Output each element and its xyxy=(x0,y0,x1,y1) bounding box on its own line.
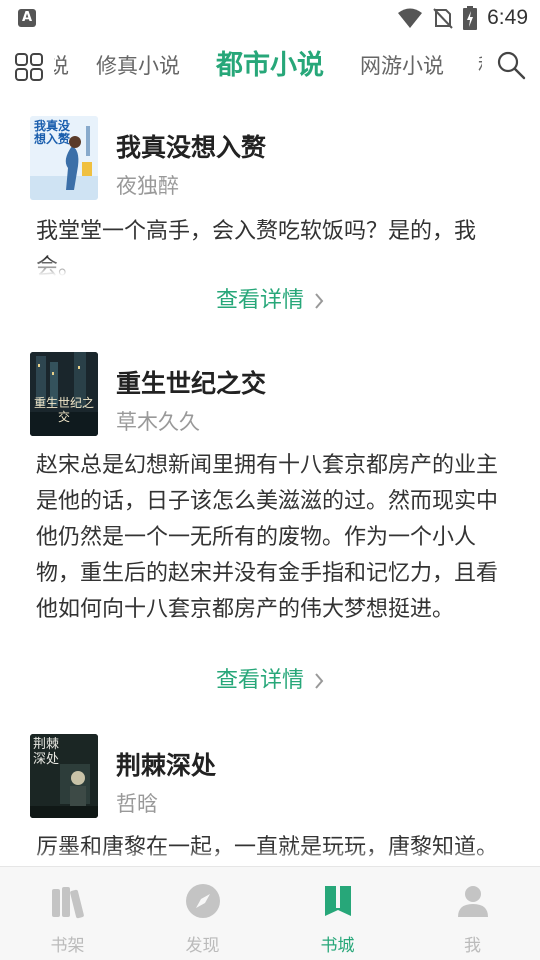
clock: 6:49 xyxy=(487,6,528,29)
chevron-right-icon xyxy=(315,673,324,689)
nav-bookstore[interactable]: 书城 xyxy=(270,867,405,960)
grid-menu-icon[interactable] xyxy=(14,52,44,82)
book-title[interactable]: 荆棘深处 xyxy=(116,746,216,782)
status-bar: A 6:49 xyxy=(0,0,540,36)
cover-title: 荆棘深处 xyxy=(33,737,60,767)
tab-dushi[interactable]: 都市小说 xyxy=(216,36,324,96)
book-cover[interactable]: 荆棘深处 xyxy=(30,734,98,818)
view-details-label: 查看详情 xyxy=(215,668,304,693)
nav-label: 书城 xyxy=(320,936,355,956)
status-icons: 6:49 xyxy=(397,6,528,30)
cover-title: 我真没想入赘 xyxy=(34,119,71,146)
book-card[interactable]: 荆棘深处 荆棘深处 哲晗 厉墨和唐黎在一起，一直就是玩玩，唐黎知道。 xyxy=(0,714,540,866)
search-icon[interactable] xyxy=(496,50,526,80)
user-icon xyxy=(457,886,488,917)
view-details-label: 查看详情 xyxy=(215,288,304,313)
nav-label: 我 xyxy=(464,936,481,956)
book-feed[interactable]: 我真没想入赘 我真没想入赘 夜独醉 我堂堂一个高手，会入赘吃软饭吗？是的，我会。… xyxy=(0,96,540,866)
view-details-link[interactable]: 查看详情 xyxy=(0,282,540,314)
compass-icon xyxy=(185,884,220,918)
tab-partial-left[interactable]: 说 xyxy=(54,36,69,96)
nav-discover[interactable]: 发现 xyxy=(135,867,270,960)
tab-wangyou[interactable]: 网游小说 xyxy=(360,36,444,96)
nav-label: 书架 xyxy=(50,936,85,956)
book-title[interactable]: 重生世纪之交 xyxy=(116,364,266,400)
book-description: 厉墨和唐黎在一起，一直就是玩玩，唐黎知道。 xyxy=(36,830,516,866)
no-sim-icon xyxy=(433,8,453,29)
tab-partial-right[interactable]: 科 xyxy=(478,36,482,96)
book-store-icon xyxy=(324,886,351,916)
book-author: 草木久久 xyxy=(116,410,200,434)
nav-label: 发现 xyxy=(185,936,220,956)
notification-icon: A xyxy=(18,9,36,27)
nav-bookshelf[interactable]: 书架 xyxy=(0,867,135,960)
book-card[interactable]: 重生世纪之交 重生世纪之交 草木久久 赵宋总是幻想新闻里拥有十八套京都房产的业主… xyxy=(0,332,540,712)
tab-xiuzhen[interactable]: 修真小说 xyxy=(96,36,180,96)
battery-charging-icon xyxy=(463,6,478,30)
category-nav: 说 修真小说 都市小说 网游小说 科 xyxy=(0,36,540,96)
chevron-right-icon xyxy=(315,293,324,309)
book-title[interactable]: 我真没想入赘 xyxy=(116,128,266,164)
view-details-link[interactable]: 查看详情 xyxy=(0,662,540,694)
book-author: 哲晗 xyxy=(116,792,158,816)
bottom-nav: 书架 发现 书城 我 xyxy=(0,866,540,960)
wifi-icon xyxy=(398,8,423,28)
book-description: 赵宋总是幻想新闻里拥有十八套京都房产的业主是他的话，日子该怎么美滋滋的过。然而现… xyxy=(36,448,516,654)
cover-title: 重生世纪之交 xyxy=(33,396,94,424)
book-author: 夜独醉 xyxy=(116,174,179,198)
book-card[interactable]: 我真没想入赘 我真没想入赘 夜独醉 我堂堂一个高手，会入赘吃软饭吗？是的，我会。… xyxy=(0,96,540,336)
book-cover[interactable]: 重生世纪之交 xyxy=(30,352,98,436)
book-cover[interactable]: 我真没想入赘 xyxy=(30,116,98,200)
nav-profile[interactable]: 我 xyxy=(405,867,540,960)
bookshelf-icon xyxy=(51,887,84,919)
category-tabs: 说 修真小说 都市小说 网游小说 科 xyxy=(54,36,482,96)
book-description: 我堂堂一个高手，会入赘吃软饭吗？是的，我会。 xyxy=(36,214,516,276)
